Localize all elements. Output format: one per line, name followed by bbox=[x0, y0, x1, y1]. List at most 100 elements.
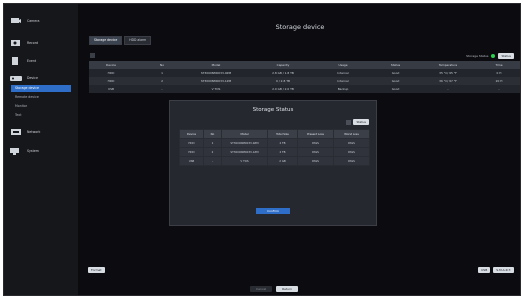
cell: Good bbox=[373, 85, 418, 93]
sidebar-item-device[interactable]: Device bbox=[10, 74, 38, 82]
confirm-button[interactable]: Confirm bbox=[256, 208, 290, 214]
table-row[interactable]: HDD 1 ST3000NM0033-9ZM 2.8 GB / 1.8 TB I… bbox=[89, 69, 520, 77]
cell: 36 °C/ 97 °F bbox=[418, 77, 478, 85]
sidebar-item-system[interactable]: System bbox=[10, 147, 39, 155]
cell: PASS bbox=[333, 156, 370, 166]
cell: Good bbox=[373, 69, 418, 77]
cell: Good bbox=[373, 77, 418, 85]
cell: 35 °C/ 95 °F bbox=[418, 69, 478, 77]
camera-icon bbox=[11, 18, 21, 23]
sidebar-item-network[interactable]: Network bbox=[10, 128, 40, 136]
dialog-actions: Status bbox=[346, 119, 369, 125]
dialog-title: Storage Status bbox=[252, 107, 294, 113]
cell: 2 bbox=[203, 147, 222, 157]
sidebar-sub-text[interactable]: Text bbox=[11, 112, 71, 119]
tab-storage-device[interactable]: Storage device bbox=[89, 36, 123, 45]
sidebar-sub-storage-device[interactable]: Storage device bbox=[11, 85, 71, 92]
usb-button[interactable]: USB bbox=[478, 267, 491, 273]
device-icon bbox=[10, 76, 22, 81]
cell: 2 TB bbox=[267, 138, 298, 148]
cell: HDD bbox=[179, 147, 204, 157]
column-header: No bbox=[203, 129, 222, 139]
sidebar-sub-remote-device[interactable]: Remote device bbox=[11, 94, 71, 101]
column-header: Worst Loss bbox=[333, 129, 370, 139]
column-header: Temperature bbox=[418, 61, 478, 69]
dialog-status-button[interactable]: Status bbox=[353, 119, 369, 125]
cell: 2 TB bbox=[267, 147, 298, 157]
cell bbox=[133, 77, 145, 85]
event-icon bbox=[12, 57, 18, 65]
storage-status-dialog: Storage Status Status Device No Model To… bbox=[169, 100, 377, 226]
cell: USB bbox=[179, 156, 204, 166]
cell: PASS bbox=[297, 156, 334, 166]
cell: – bbox=[203, 156, 222, 166]
return-button[interactable]: Return bbox=[276, 286, 299, 292]
cell: V TOS bbox=[221, 156, 268, 166]
table-header-row: Device No Model Capacity Usage Status Te… bbox=[89, 61, 520, 69]
cell: PASS bbox=[297, 147, 334, 157]
smart-button[interactable]: S.M.A.R.T. bbox=[493, 267, 514, 273]
cell: PASS bbox=[333, 138, 370, 148]
sidebar-item-event[interactable]: Event bbox=[10, 57, 36, 65]
column-header: No bbox=[145, 61, 179, 69]
cell: – bbox=[418, 85, 478, 93]
cell: HDD bbox=[89, 69, 133, 77]
cell: 2.0 GB / 2.0 TB bbox=[253, 85, 313, 93]
sidebar: Camera Record Event Device Storage devic… bbox=[4, 4, 78, 295]
table-row[interactable]: HDD 2 ST3000NM0033-1ZM 0 / 2.8 TB Intern… bbox=[89, 77, 520, 85]
cell: 0 / 2.8 TB bbox=[253, 77, 313, 85]
sidebar-item-label: Device bbox=[27, 76, 38, 80]
cancel-button[interactable]: Cancel bbox=[250, 286, 273, 292]
cell bbox=[133, 85, 145, 93]
cell bbox=[133, 69, 145, 77]
sidebar-item-camera[interactable]: Camera bbox=[10, 17, 40, 25]
tab-bar: Storage device HDD alarm bbox=[89, 36, 152, 45]
tab-hdd-alarm[interactable]: HDD alarm bbox=[124, 36, 152, 45]
sidebar-item-label: Event bbox=[27, 59, 37, 63]
cell: – bbox=[478, 85, 520, 93]
dialog-checkbox[interactable] bbox=[346, 119, 352, 125]
cell: USB bbox=[89, 85, 133, 93]
system-icon bbox=[10, 148, 19, 155]
cell: – bbox=[145, 85, 179, 93]
sidebar-item-label: Network bbox=[27, 130, 41, 134]
cell: HDD bbox=[89, 77, 133, 85]
cell: 1 bbox=[145, 69, 179, 77]
column-header: Usage bbox=[313, 61, 373, 69]
cell: Internal bbox=[313, 69, 373, 77]
right-button-group: USB S.M.A.R.T. bbox=[478, 267, 514, 273]
table-row[interactable]: USB – V TOS 2.0 GB / 2.0 TB Backup Good … bbox=[89, 85, 520, 93]
main-panel: Storage device Storage device HDD alarm … bbox=[80, 4, 520, 295]
table-header-row: Device No Model Total Size Present Loss … bbox=[179, 129, 370, 139]
storage-status-area: Storage Status Status bbox=[466, 53, 514, 59]
record-icon bbox=[11, 40, 20, 46]
sidebar-item-record[interactable]: Record bbox=[10, 39, 38, 47]
footer-buttons: Cancel Return bbox=[250, 286, 299, 292]
column-header: Total Size bbox=[267, 129, 298, 139]
column-header: Model bbox=[179, 61, 253, 69]
storage-status-label: Storage Status bbox=[466, 54, 489, 58]
cell: HDD bbox=[179, 138, 204, 148]
cell: PASS bbox=[333, 147, 370, 157]
column-header: Device bbox=[89, 61, 133, 69]
storage-table: Device No Model Capacity Usage Status Te… bbox=[89, 61, 520, 93]
cell: ST3000NM0033-1ZM bbox=[179, 77, 253, 85]
sidebar-sub-monitor[interactable]: Monitor bbox=[11, 103, 71, 110]
column-header: Capacity bbox=[253, 61, 313, 69]
format-button[interactable]: Format bbox=[88, 267, 105, 273]
cell: Internal bbox=[313, 77, 373, 85]
storage-status-table: Device No Model Total Size Present Loss … bbox=[179, 129, 370, 166]
table-row: HDD 1 ST3000NM0033-9ZM 2 TB PASS PASS bbox=[179, 138, 370, 148]
cell: ST3000NM0033-9ZM bbox=[179, 69, 253, 77]
cell: 2.8 GB / 1.8 TB bbox=[253, 69, 313, 77]
status-button[interactable]: Status bbox=[498, 53, 514, 59]
page-title: Storage device bbox=[275, 23, 325, 31]
column-header bbox=[133, 61, 145, 69]
cell: 0 H bbox=[478, 69, 520, 77]
cell: PASS bbox=[297, 138, 334, 148]
cell: 2 GB bbox=[267, 156, 298, 166]
cell: ST3000NM0033-9ZM bbox=[221, 138, 268, 148]
sidebar-item-label: Record bbox=[27, 41, 39, 45]
cell: 20 H bbox=[478, 77, 520, 85]
select-all-checkbox[interactable] bbox=[90, 53, 95, 58]
